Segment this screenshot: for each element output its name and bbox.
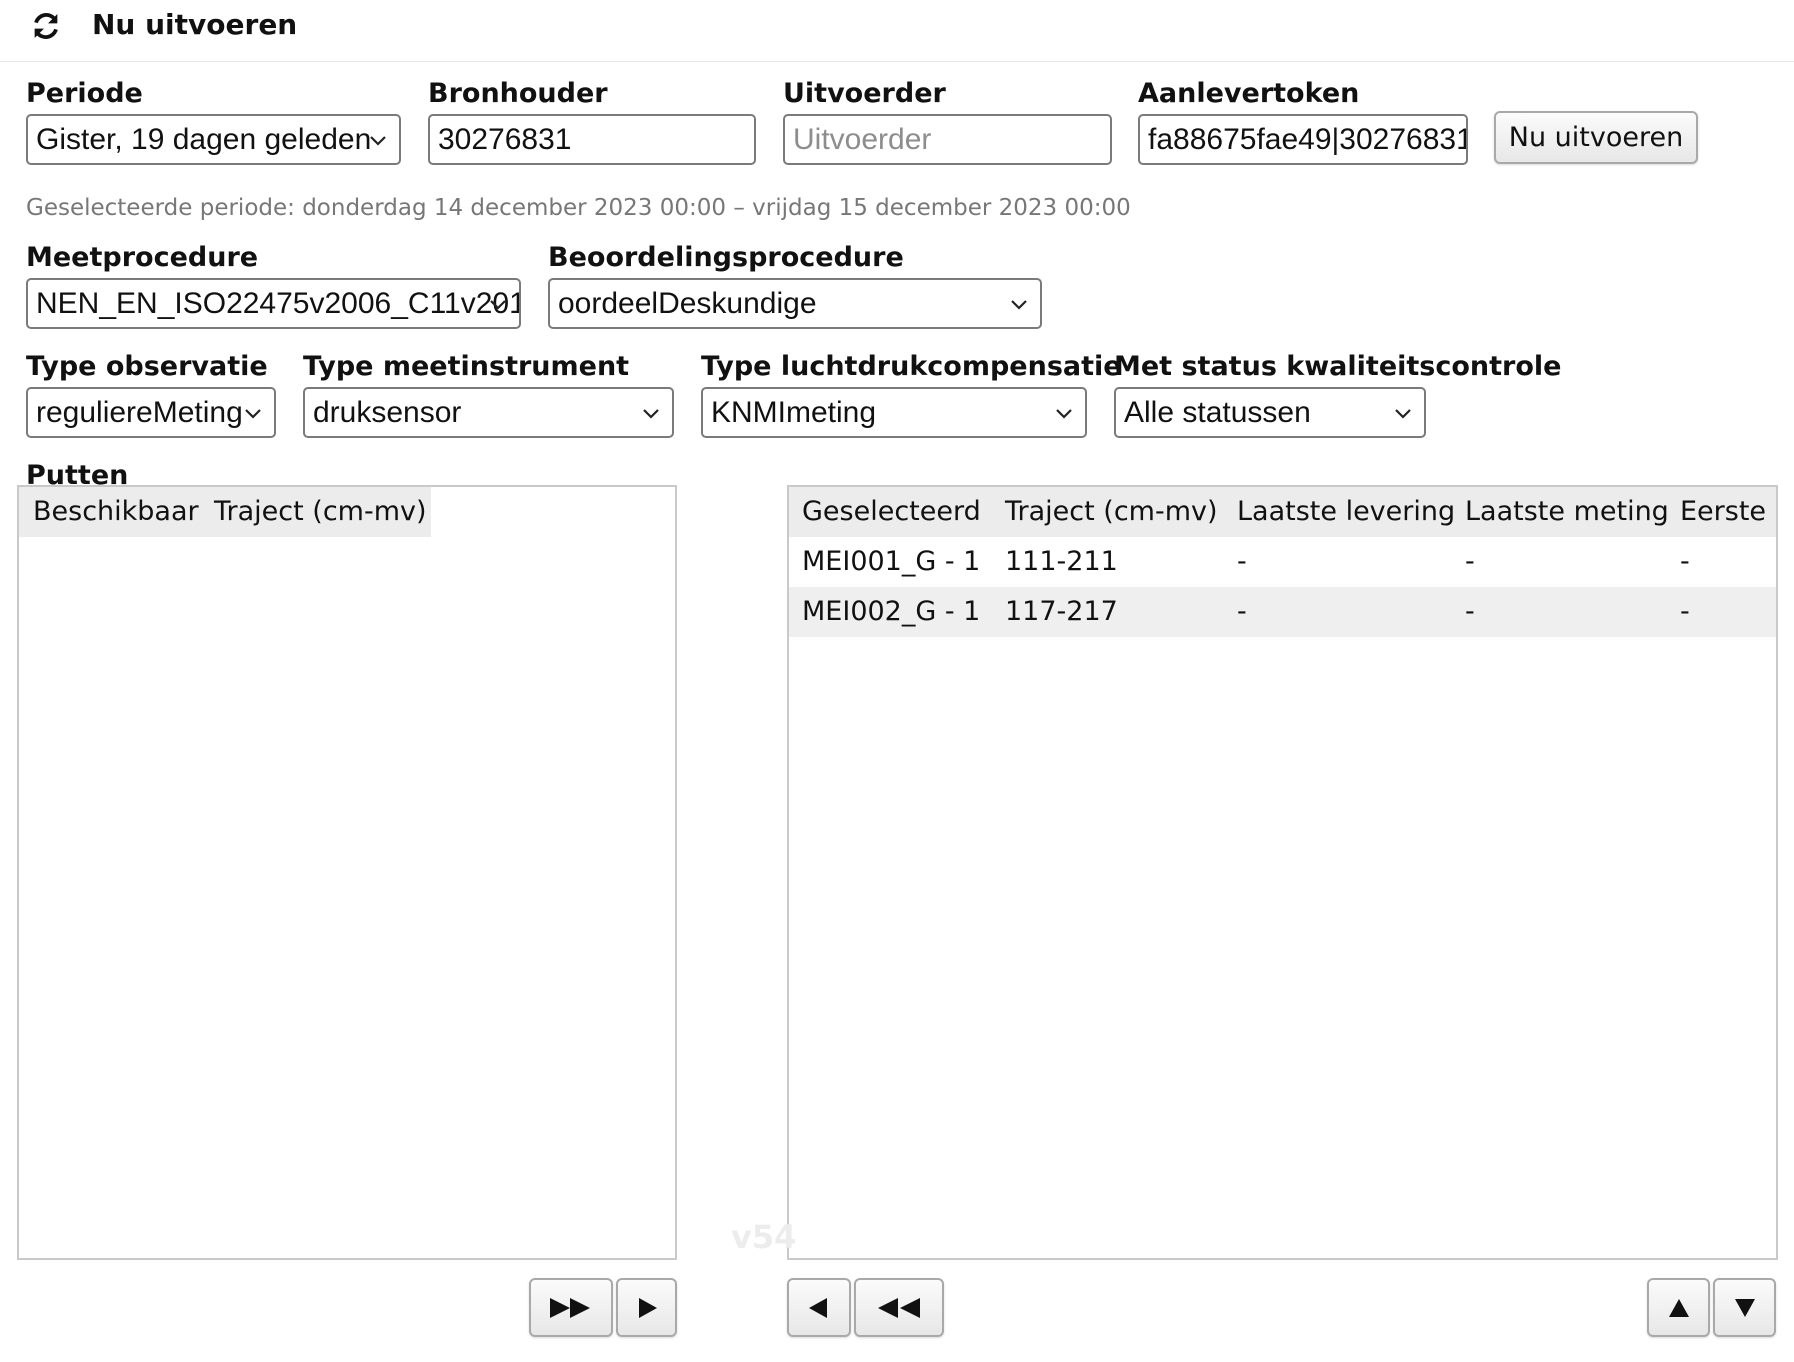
type-meetinstrument-select[interactable]: druksensor bbox=[303, 387, 674, 438]
column-header-laatste-meting[interactable]: Laatste meting bbox=[1465, 487, 1669, 536]
type-meetinstrument-label: Type meetinstrument bbox=[303, 351, 630, 382]
beoordelingsprocedure-select[interactable]: oordeelDeskundige bbox=[548, 278, 1042, 329]
cell-laatste-meting: - bbox=[1465, 546, 1475, 577]
run-now-button[interactable]: Nu uitvoeren bbox=[1494, 111, 1698, 164]
cell-laatste-levering: - bbox=[1237, 546, 1247, 577]
chevron-down-icon bbox=[1395, 409, 1411, 419]
move-up-button[interactable] bbox=[1647, 1278, 1710, 1337]
available-wells-list[interactable]: Beschikbaar Traject (cm-mv) bbox=[17, 485, 677, 1260]
type-meetinstrument-value: druksensor bbox=[313, 396, 462, 429]
periode-value: Gister, 19 dagen geleden bbox=[36, 123, 372, 156]
remove-one-button[interactable] bbox=[787, 1278, 851, 1337]
chevron-down-icon bbox=[1056, 409, 1072, 419]
move-down-button[interactable] bbox=[1713, 1278, 1776, 1337]
status-kwaliteit-value: Alle statussen bbox=[1124, 396, 1311, 429]
cell-put: MEI001_G - 1 bbox=[802, 546, 981, 577]
triangle-down-icon bbox=[1734, 1298, 1755, 1317]
add-all-button[interactable] bbox=[529, 1278, 613, 1337]
type-luchtdruk-value: KNMImeting bbox=[711, 396, 877, 429]
aanlevertoken-input[interactable]: fa88675fae49|30276831 bbox=[1138, 114, 1468, 165]
play-right-icon bbox=[638, 1297, 657, 1318]
column-header-traject[interactable]: Traject (cm-mv) bbox=[214, 487, 427, 536]
column-header-geselecteerd[interactable]: Geselecteerd bbox=[802, 487, 981, 536]
cell-put: MEI002_G - 1 bbox=[802, 596, 981, 627]
aanlevertoken-label: Aanlevertoken bbox=[1138, 78, 1360, 109]
type-observatie-label: Type observatie bbox=[26, 351, 268, 382]
column-header-eerste[interactable]: Eerste r bbox=[1680, 487, 1776, 536]
meetprocedure-value: NEN_EN_ISO22475v2006_C11v2016 bbox=[36, 287, 521, 320]
cell-laatste-levering: - bbox=[1237, 596, 1247, 627]
triangle-up-icon bbox=[1668, 1298, 1689, 1317]
uitvoerder-input[interactable]: Uitvoerder bbox=[783, 114, 1112, 165]
fast-forward-icon bbox=[550, 1297, 590, 1318]
type-luchtdruk-select[interactable]: KNMImeting bbox=[701, 387, 1087, 438]
type-observatie-value: reguliereMeting bbox=[36, 396, 243, 429]
periode-label: Periode bbox=[26, 78, 143, 109]
column-header-traject[interactable]: Traject (cm-mv) bbox=[1005, 487, 1218, 536]
refresh-icon[interactable] bbox=[30, 10, 62, 42]
meetprocedure-label: Meetprocedure bbox=[26, 242, 259, 273]
chevron-down-icon bbox=[370, 136, 386, 146]
play-left-icon bbox=[809, 1297, 827, 1318]
add-one-button[interactable] bbox=[616, 1278, 677, 1337]
cell-eerste: - bbox=[1680, 546, 1690, 577]
cell-laatste-meting: - bbox=[1465, 596, 1475, 627]
beoordelingsprocedure-value: oordeelDeskundige bbox=[558, 287, 817, 320]
version-watermark: v54 bbox=[731, 1218, 797, 1256]
cell-traject: 111-211 bbox=[1005, 546, 1118, 577]
remove-all-button[interactable] bbox=[854, 1278, 944, 1337]
cell-eerste: - bbox=[1680, 596, 1690, 627]
chevron-down-icon bbox=[1011, 300, 1027, 310]
column-header-laatste-levering[interactable]: Laatste levering bbox=[1237, 487, 1455, 536]
type-observatie-select[interactable]: reguliereMeting bbox=[26, 387, 276, 438]
cell-traject: 117-217 bbox=[1005, 596, 1118, 627]
uitvoerder-label: Uitvoerder bbox=[783, 78, 946, 109]
chevron-down-icon bbox=[490, 300, 506, 310]
table-row[interactable]: MEI001_G - 1 111-211 - - - bbox=[789, 537, 1776, 587]
rewind-icon bbox=[878, 1297, 920, 1318]
status-kwaliteit-label: Met status kwaliteitscontrole bbox=[1114, 351, 1562, 382]
meetprocedure-select[interactable]: NEN_EN_ISO22475v2006_C11v2016 bbox=[26, 278, 521, 329]
selected-period-info: Geselecteerde periode: donderdag 14 dece… bbox=[26, 195, 1131, 221]
selected-wells-list[interactable]: Geselecteerd Traject (cm-mv) Laatste lev… bbox=[787, 485, 1778, 1260]
chevron-down-icon bbox=[245, 409, 261, 419]
table-row[interactable]: MEI002_G - 1 117-217 - - - bbox=[789, 587, 1776, 637]
status-kwaliteit-select[interactable]: Alle statussen bbox=[1114, 387, 1426, 438]
type-luchtdruk-label: Type luchtdrukcompensatie bbox=[701, 351, 1122, 382]
bronhouder-input[interactable]: 30276831 bbox=[428, 114, 756, 165]
beoordelingsprocedure-label: Beoordelingsprocedure bbox=[548, 242, 904, 273]
chevron-down-icon bbox=[643, 409, 659, 419]
page-title: Nu uitvoeren bbox=[92, 8, 298, 41]
periode-select[interactable]: Gister, 19 dagen geleden bbox=[26, 114, 401, 165]
column-header-beschikbaar[interactable]: Beschikbaar bbox=[33, 487, 199, 536]
bronhouder-label: Bronhouder bbox=[428, 78, 608, 109]
